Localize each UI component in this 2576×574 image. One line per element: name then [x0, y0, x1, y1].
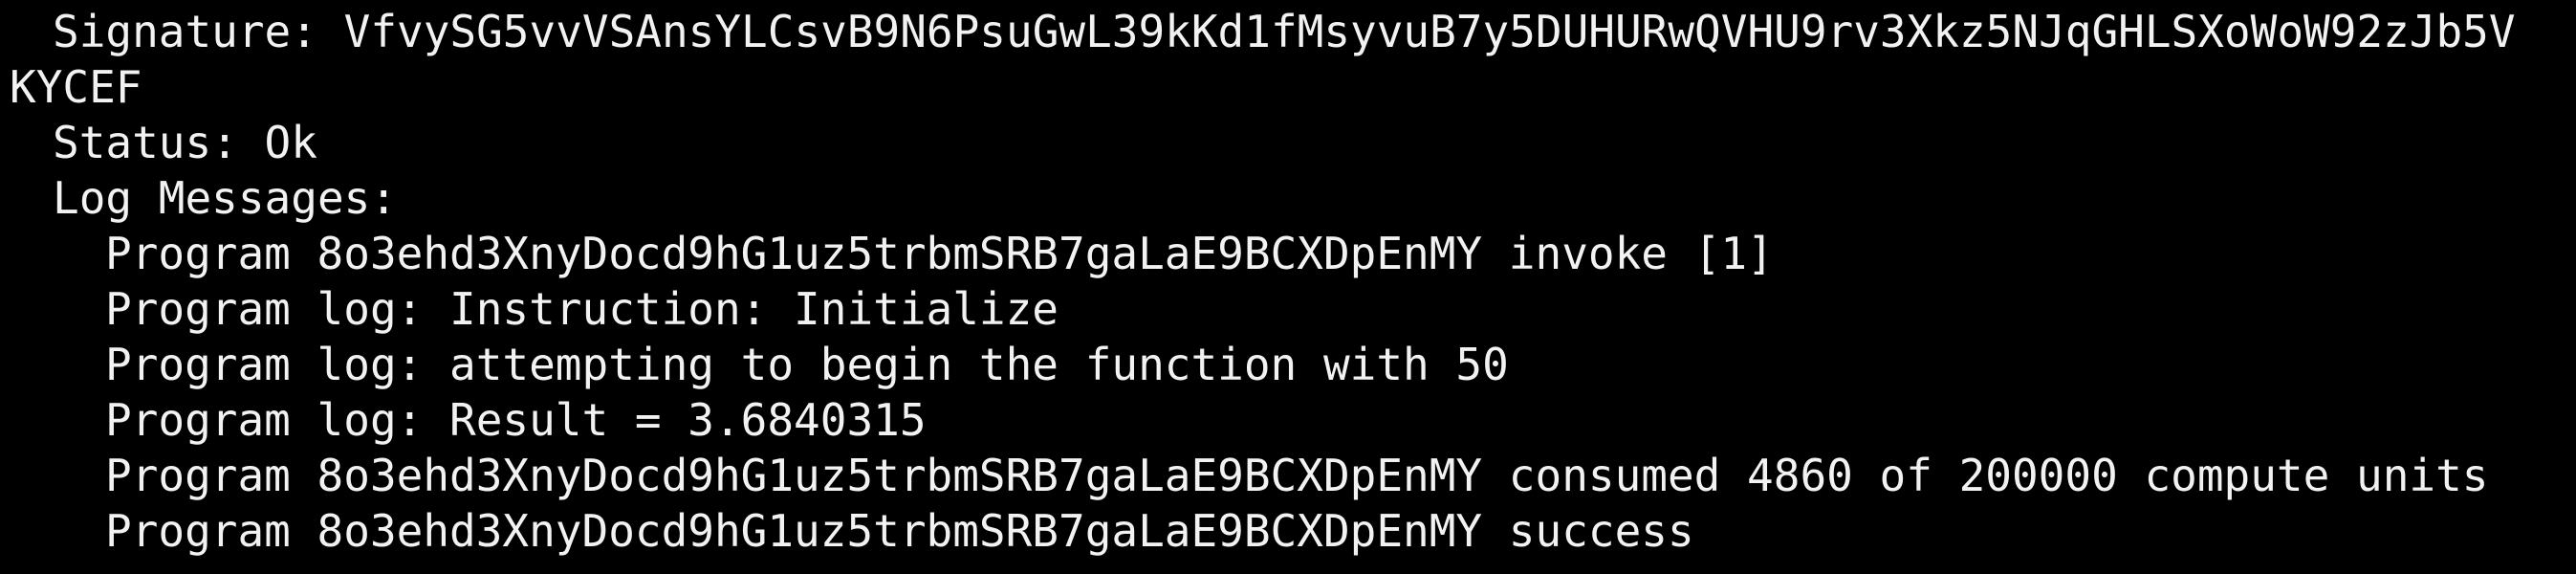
signature-continuation-line: KYCEF: [10, 61, 142, 113]
log-line-result: Program log: Result = 3.6840315: [105, 394, 927, 446]
log-line-invoke: Program 8o3ehd3XnyDocd9hG1uz5trbmSRB7gaL…: [105, 228, 1774, 279]
log-line-success: Program 8o3ehd3XnyDocd9hG1uz5trbmSRB7gaL…: [105, 505, 1694, 557]
log-line-attempting: Program log: attempting to begin the fun…: [105, 339, 1509, 390]
status-line: Status: Ok: [53, 117, 317, 168]
signature-line: Signature: VfvySG5vvVSAnsYLCsvB9N6PsuGwL…: [53, 6, 2516, 57]
terminal-output[interactable]: Signature: VfvySG5vvVSAnsYLCsvB9N6PsuGwL…: [0, 0, 2576, 574]
log-messages-heading: Log Messages:: [53, 172, 398, 224]
log-line-consumed: Program 8o3ehd3XnyDocd9hG1uz5trbmSRB7gaL…: [105, 450, 2489, 501]
log-line-instruction: Program log: Instruction: Initialize: [105, 283, 1059, 335]
